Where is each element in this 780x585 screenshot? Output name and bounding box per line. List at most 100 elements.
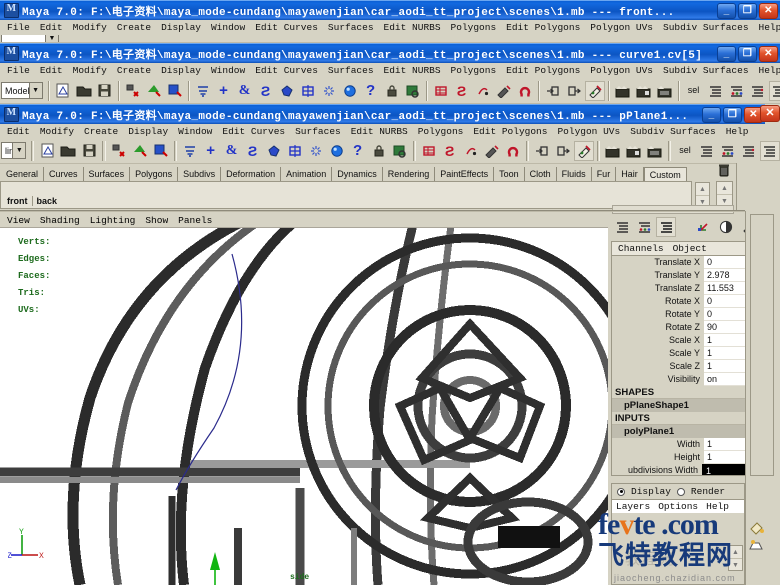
channel-box-icon[interactable] [759,140,780,161]
window-1-toolbar[interactable]: ▼ [0,35,780,43]
new-scene-icon[interactable] [53,81,73,101]
menu-edit[interactable]: Edit [35,64,68,78]
vp-menu-panels[interactable]: Panels [173,215,217,226]
render-globals-icon[interactable]: Ƨ [440,141,460,161]
construction-history-icon[interactable] [285,141,305,161]
undo-icon[interactable] [123,81,143,101]
shelf-tab-surfaces[interactable]: Surfaces [84,167,131,181]
open-scene-icon[interactable] [58,141,78,161]
attribute-editor-icon[interactable] [768,80,780,101]
help-icon[interactable]: ? [361,81,381,101]
shelf-tab-dynamics[interactable]: Dynamics [332,167,383,181]
menu-help[interactable]: Help [754,21,780,35]
mode-combo-2[interactable]: Modeling ▼ [1,82,43,99]
render-view-icon[interactable] [403,81,423,101]
shelf-tab-hair[interactable]: Hair [616,167,644,181]
menu-polygons[interactable]: Polygons [446,21,502,35]
menu-modify[interactable]: Modify [35,125,79,139]
vp-menu-show[interactable]: Show [140,215,173,226]
render-globals-icon[interactable]: Ƨ [452,81,472,101]
layer-editor[interactable]: Display Render Layers Options Help [611,483,745,513]
outliner-icon[interactable] [697,141,717,161]
shelf-tab-painteffects[interactable]: PaintEffects [435,167,495,181]
menu-file[interactable]: File [2,21,35,35]
scroll-up-icon[interactable]: ▲ [717,182,732,195]
shelf-tab-fur[interactable]: Fur [592,167,617,181]
shelf-tab-general[interactable]: General [1,167,45,181]
menu-edit[interactable]: Edit [2,125,35,139]
light-icon[interactable] [306,141,326,161]
shelf-tab-fluids[interactable]: Fluids [557,167,592,181]
minimize-button[interactable]: _ [717,45,736,62]
menu-window[interactable]: Window [173,125,217,139]
hypergraph-icon[interactable] [718,141,738,161]
channel-row-scale-x[interactable]: Scale X1 [612,334,763,347]
menu-create[interactable]: Create [79,125,123,139]
render-icon[interactable] [327,141,347,161]
maximize-button[interactable]: ❐ [738,45,757,62]
layer-mode-radios[interactable]: Display Render [612,484,744,499]
snap-to-grid-icon[interactable] [180,141,200,161]
channel-box-rows[interactable]: Translate X0 Translate Y 2.978 Translate … [611,256,764,476]
channel-box-icon[interactable] [656,217,676,237]
playblast-icon[interactable] [613,81,633,101]
save-scene-icon[interactable] [79,141,99,161]
playblast-range-icon[interactable] [624,141,644,161]
window-3-toolbar[interactable]: ling ▼ + & Ƨ ? Ƨ [0,138,780,164]
layer-scroll-spinner[interactable]: ▲ ▼ [728,545,743,571]
layer-list-area[interactable] [611,513,745,585]
nurbs-curve[interactable] [0,228,608,585]
shelf-tab-rendering[interactable]: Rendering [383,167,436,181]
close-button[interactable]: ✕ [759,45,778,62]
channel-row-scale-y[interactable]: Scale Y1 [612,347,763,360]
menu-edit-nurbs[interactable]: Edit NURBS [379,64,446,78]
channel-row-rotate-x[interactable]: Rotate X0 [612,295,763,308]
undo-icon[interactable] [109,141,129,161]
playblast-range-icon[interactable] [634,81,654,101]
paint-effects-icon[interactable] [573,140,594,161]
menu-polygon-uvs[interactable]: Polygon UVs [552,125,625,139]
channel-row-translate-x[interactable]: Translate X0 [612,256,763,269]
menu-surfaces[interactable]: Surfaces [323,64,379,78]
open-scene-icon[interactable] [74,81,94,101]
menu-polygons[interactable]: Polygons [446,64,502,78]
output-connection-icon[interactable] [564,81,584,101]
batch-render-icon[interactable] [655,81,675,101]
maximize-button[interactable]: ❐ [738,2,757,19]
render-icon[interactable] [340,81,360,101]
input-node-name[interactable]: polyPlane1 [612,425,763,438]
close-button-overlay[interactable]: ✕ [760,105,780,122]
menu-subdiv-surfaces[interactable]: Subdiv Surfaces [625,125,721,139]
snap-to-curve-icon[interactable]: + [214,81,234,101]
channel-row-scale-z[interactable]: Scale Z1 [612,360,763,373]
shelf-tab-curves[interactable]: Curves [44,167,84,181]
help-icon[interactable]: ? [348,141,368,161]
outliner-icon[interactable] [612,217,632,237]
vp-menu-shading[interactable]: Shading [35,215,85,226]
shelf-tab-subdivs[interactable]: Subdivs [178,167,222,181]
shelf-tab-animation[interactable]: Animation [281,167,333,181]
hypergraph-icon[interactable] [727,81,747,101]
menu-surfaces[interactable]: Surfaces [290,125,346,139]
channel-row-subdivisions-width[interactable]: ubdivisions Width 1 [612,464,763,475]
menu-subdiv-surfaces[interactable]: Subdiv Surfaces [658,21,754,35]
move-manipulator[interactable] [100,534,280,585]
layer-menubar[interactable]: Layers Options Help [612,499,744,513]
menu-polygon-uvs[interactable]: Polygon UVs [585,64,658,78]
mode-combo-1[interactable]: ▼ [1,35,59,42]
light-icon[interactable] [319,81,339,101]
help-menu[interactable]: Help [706,501,729,512]
vp-menu-view[interactable]: View [2,215,35,226]
menu-edit-nurbs[interactable]: Edit NURBS [346,125,413,139]
camera-tab-front[interactable]: front [3,196,33,206]
magnet-icon[interactable] [515,81,535,101]
scroll-up-icon[interactable]: ▲ [696,183,709,196]
make-live-icon[interactable] [277,81,297,101]
channel-row-visibility[interactable]: Visibility on [612,373,763,386]
channels-tab[interactable]: Channels [618,243,664,254]
scroll-up-icon[interactable]: ▲ [729,546,742,559]
menu-polygon-uvs[interactable]: Polygon UVs [585,21,658,35]
rebuild-icon[interactable] [151,141,171,161]
outliner-icon[interactable] [706,81,726,101]
object-tab[interactable]: Object [673,243,707,254]
